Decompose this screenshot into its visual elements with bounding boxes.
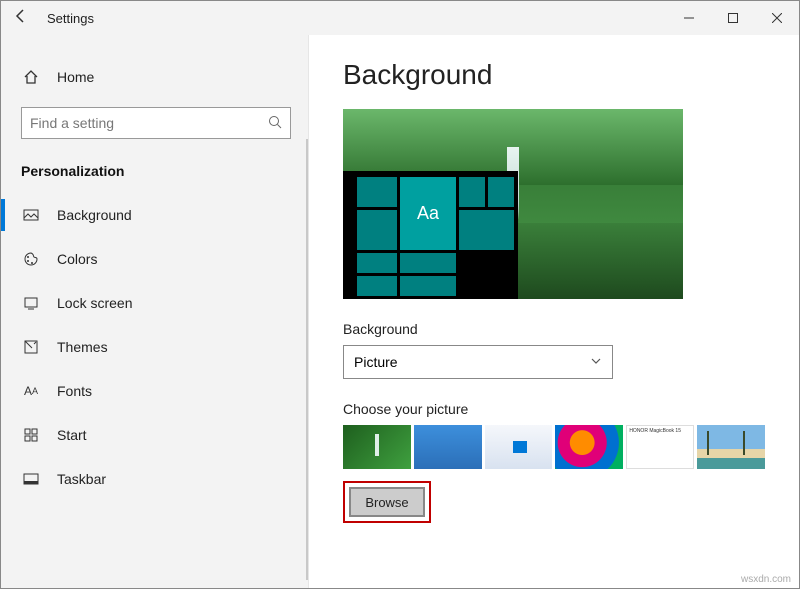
dropdown-value: Picture — [354, 354, 398, 370]
nav-start[interactable]: Start — [1, 413, 308, 457]
nav-themes[interactable]: Themes — [1, 325, 308, 369]
thumb-waterfall[interactable] — [343, 425, 411, 469]
browse-highlight: Browse — [343, 481, 431, 523]
preview-sample-text: Aa — [400, 177, 456, 250]
palette-icon — [21, 251, 41, 267]
content-pane: Background Aa Background Picture Choose … — [309, 35, 799, 588]
search-icon — [268, 115, 282, 132]
chevron-down-icon — [590, 354, 602, 370]
choose-picture-label: Choose your picture — [343, 401, 765, 417]
thumb-umbrellas[interactable] — [555, 425, 623, 469]
thumb-magicbook[interactable]: HONOR MagicBook 15 — [626, 425, 694, 469]
maximize-button[interactable] — [711, 1, 755, 35]
background-field-label: Background — [343, 321, 765, 337]
background-dropdown[interactable]: Picture — [343, 345, 613, 379]
lockscreen-icon — [21, 295, 41, 311]
home-link[interactable]: Home — [1, 55, 308, 99]
category-label: Personalization — [1, 155, 308, 193]
nav-fonts[interactable]: AA Fonts — [1, 369, 308, 413]
sidebar-scrollbar[interactable] — [306, 139, 308, 580]
nav-label: Colors — [57, 251, 97, 267]
background-preview: Aa — [343, 109, 683, 299]
nav-label: Taskbar — [57, 471, 106, 487]
nav-label: Lock screen — [57, 295, 132, 311]
nav-lockscreen[interactable]: Lock screen — [1, 281, 308, 325]
preview-start-overlay: Aa — [343, 171, 518, 299]
nav-label: Fonts — [57, 383, 92, 399]
fonts-icon: AA — [21, 384, 41, 398]
taskbar-icon — [21, 471, 41, 487]
titlebar: Settings — [1, 1, 799, 35]
nav-taskbar[interactable]: Taskbar — [1, 457, 308, 501]
sidebar: Home Find a setting Personalization Back… — [1, 35, 309, 588]
window-title: Settings — [47, 11, 94, 26]
thumb-beach[interactable] — [697, 425, 765, 469]
nav-colors[interactable]: Colors — [1, 237, 308, 281]
picture-icon — [21, 207, 41, 223]
nav-label: Themes — [57, 339, 108, 355]
browse-button[interactable]: Browse — [349, 487, 425, 517]
minimize-button[interactable] — [667, 1, 711, 35]
nav-label: Background — [57, 207, 132, 223]
thumb-windows-light[interactable] — [485, 425, 553, 469]
back-button[interactable] — [1, 8, 41, 29]
search-input[interactable]: Find a setting — [21, 107, 291, 139]
page-title: Background — [343, 59, 765, 91]
close-button[interactable] — [755, 1, 799, 35]
search-placeholder: Find a setting — [30, 115, 114, 131]
nav-label: Start — [57, 427, 87, 443]
nav-background[interactable]: Background — [1, 193, 308, 237]
watermark: wsxdn.com — [741, 574, 791, 585]
thumb-blue[interactable] — [414, 425, 482, 469]
picture-thumbnails: HONOR MagicBook 15 — [343, 425, 765, 469]
start-icon — [21, 427, 41, 443]
home-icon — [21, 69, 41, 85]
themes-icon — [21, 339, 41, 355]
home-label: Home — [57, 69, 94, 85]
